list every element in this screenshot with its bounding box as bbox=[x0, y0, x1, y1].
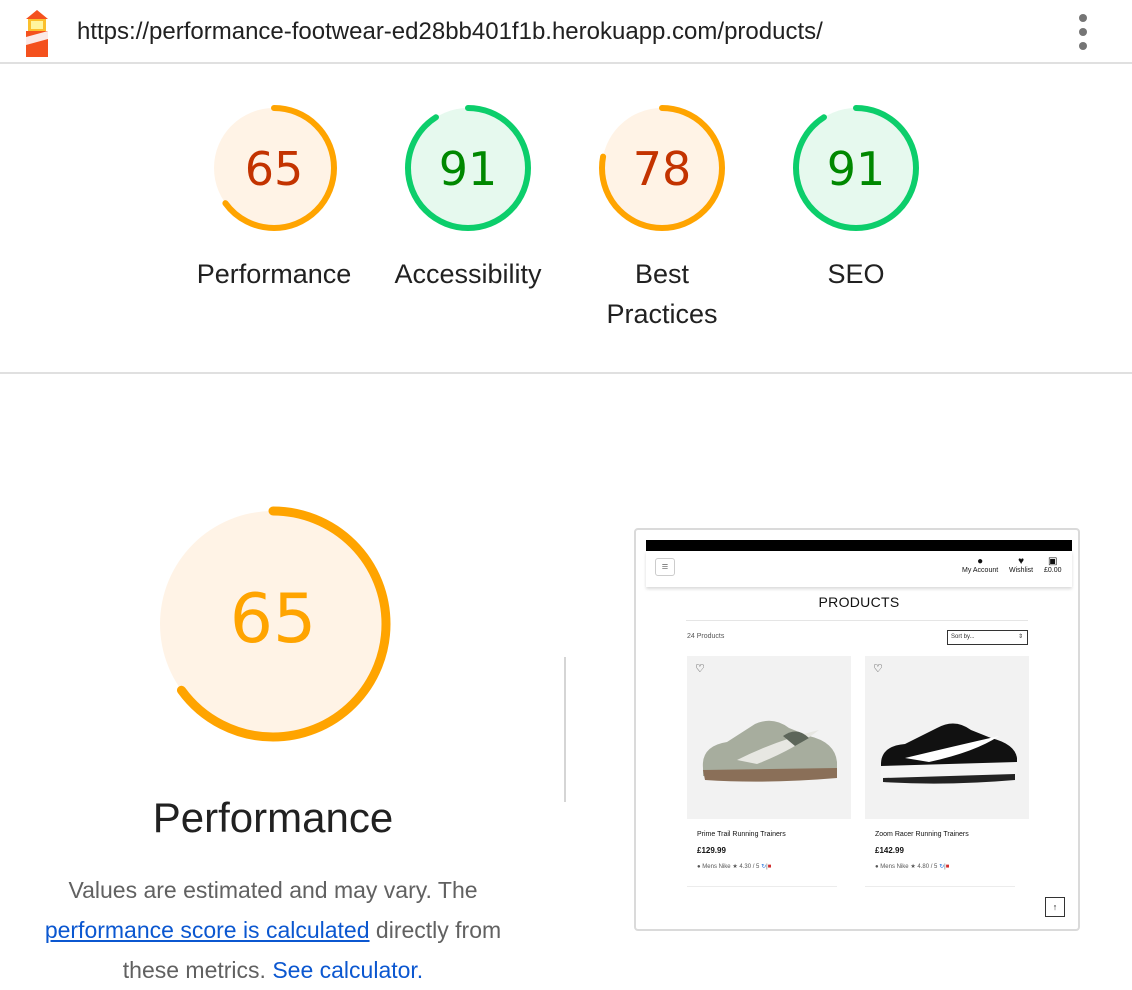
more-options-icon[interactable] bbox=[1072, 14, 1094, 50]
performance-description: Values are estimated and may vary. The p… bbox=[44, 877, 502, 983]
trail-shoe-image bbox=[702, 720, 837, 782]
see-calculator-link[interactable]: See calculator. bbox=[272, 957, 423, 983]
heading-rule bbox=[686, 620, 1028, 621]
report-header: https://performance-footwear-ed28bb401f1… bbox=[0, 0, 1132, 64]
score-value: 78 bbox=[632, 142, 692, 196]
vertical-separator bbox=[564, 657, 566, 802]
wishlist-heart-icon: ♡ bbox=[695, 663, 705, 675]
score-value: 65 bbox=[229, 580, 317, 659]
score-label: SEO bbox=[827, 259, 885, 289]
site-top-bar bbox=[646, 540, 1072, 551]
cart-icon: ▣ bbox=[1048, 556, 1058, 567]
back-to-top-icon: ↑ bbox=[1045, 897, 1065, 917]
section-divider bbox=[0, 372, 1132, 374]
product-meta: ● Mens Nike ★ 4.30 / 5 ↻|■ bbox=[697, 864, 772, 870]
product-name: Zoom Racer Running Trainers bbox=[875, 831, 969, 838]
product-card: ♡ bbox=[687, 656, 851, 819]
hamburger-menu-icon: ≡ bbox=[655, 558, 675, 576]
heart-icon: ♥ bbox=[1018, 556, 1025, 567]
products-heading: PRODUCTS bbox=[818, 594, 900, 610]
product-meta: ● Mens Nike ★ 4.80 / 5 ↻|■ bbox=[875, 864, 950, 870]
wishlist-nav: ♥ Wishlist bbox=[1009, 556, 1034, 574]
user-icon: ● bbox=[977, 556, 984, 567]
report-url: https://performance-footwear-ed28bb401f1… bbox=[77, 18, 823, 45]
product-count: 24 Products bbox=[687, 633, 725, 640]
score-label: Accessibility bbox=[394, 259, 542, 289]
racer-shoe-image bbox=[881, 723, 1017, 784]
score-value: 65 bbox=[244, 142, 304, 196]
card-separator bbox=[687, 886, 837, 887]
product-name: Prime Trail Running Trainers bbox=[697, 831, 786, 838]
score-label: Performance bbox=[196, 259, 352, 289]
lighthouse-logo-icon bbox=[26, 10, 48, 57]
bag-nav: ▣ £0.00 bbox=[1044, 556, 1062, 574]
product-price: £129.99 bbox=[697, 846, 726, 855]
score-value: 91 bbox=[438, 142, 498, 196]
product-price: £142.99 bbox=[875, 846, 904, 855]
account-nav: ● My Account bbox=[962, 556, 999, 574]
performance-title: Performance bbox=[152, 794, 394, 841]
sort-select: Sort by... ⇕ bbox=[947, 630, 1028, 645]
score-label: Best Practices bbox=[606, 259, 718, 329]
card-separator bbox=[865, 886, 1015, 887]
product-card: ♡ bbox=[865, 656, 1029, 819]
score-value: 91 bbox=[826, 142, 886, 196]
final-screenshot: ≡ ● My Account ♥ Wishlist ▣ £0.00 PRODUCTS … bbox=[634, 528, 1080, 931]
wishlist-heart-icon: ♡ bbox=[873, 663, 883, 675]
site-navbar: ≡ ● My Account ♥ Wishlist ▣ £0.00 bbox=[646, 551, 1072, 587]
score-calculation-link[interactable]: performance score is calculated bbox=[45, 917, 370, 943]
